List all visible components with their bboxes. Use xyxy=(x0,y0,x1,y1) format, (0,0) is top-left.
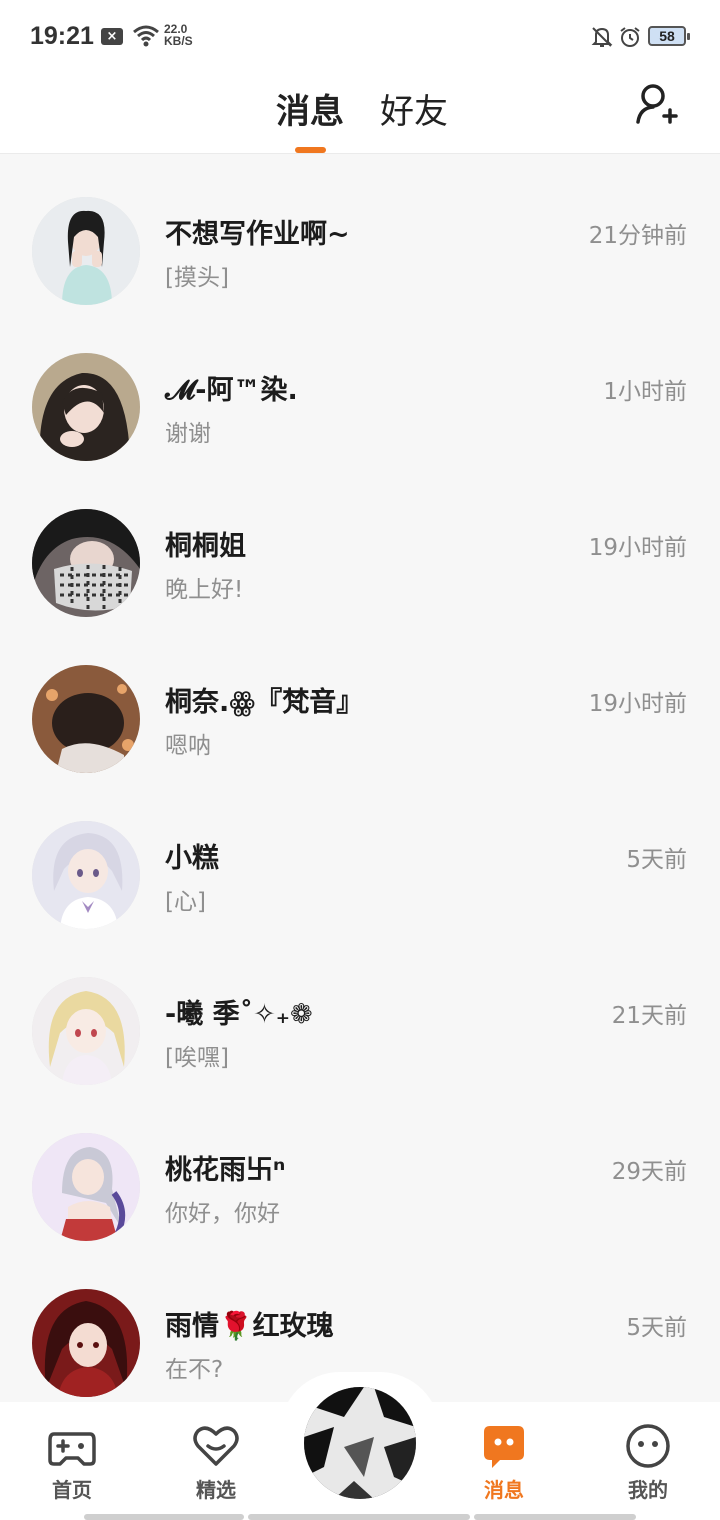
avatar[interactable] xyxy=(32,821,140,929)
nav-label-featured: 精选 xyxy=(196,1478,236,1502)
avatar[interactable] xyxy=(32,353,140,461)
conversation-time: 29天前 xyxy=(611,1159,687,1185)
conversation-item[interactable]: 不想写作业啊~ [摸头] 21分钟前 xyxy=(0,176,720,332)
home-indicator xyxy=(84,1514,244,1520)
nav-item-featured[interactable]: 精选 xyxy=(156,1402,276,1520)
nav-item-messages[interactable]: 消息 xyxy=(444,1402,564,1520)
conversation-preview: 嗯呐 xyxy=(165,733,211,759)
nav-label-home: 首页 xyxy=(52,1478,92,1502)
heart-icon xyxy=(192,1422,240,1470)
conversation-preview: [唉嘿] xyxy=(165,1045,229,1071)
avatar[interactable] xyxy=(32,1289,140,1397)
conversation-name: 不想写作业啊~ xyxy=(165,219,350,250)
conversation-name: 𝓜-阿™染. xyxy=(165,375,298,406)
conversation-item[interactable]: 桐桐姐 晚上好! 19小时前 xyxy=(0,488,720,644)
add-user-icon[interactable] xyxy=(632,80,682,134)
bell-off-icon xyxy=(590,25,614,53)
gamepad-icon xyxy=(48,1422,96,1470)
conversation-preview: 在不? xyxy=(165,1357,224,1383)
header: 消息 好友 xyxy=(0,72,720,154)
smiley-face-icon xyxy=(624,1422,672,1470)
conversation-time: 5天前 xyxy=(626,847,687,873)
conversation-name: 雨情🌹红玫瑰 xyxy=(165,1311,334,1342)
conversation-preview: [心] xyxy=(165,889,206,915)
avatar[interactable] xyxy=(32,1133,140,1241)
conversation-item[interactable]: 𝓜-阿™染. 谢谢 1小时前 xyxy=(0,332,720,488)
conversation-preview: [摸头] xyxy=(165,265,229,291)
conversation-name: 桐奈.ꙮ『梵音』 xyxy=(165,687,364,718)
battery-icon: 58 xyxy=(648,26,690,46)
home-indicator xyxy=(474,1514,636,1520)
status-time: 19:21 xyxy=(30,22,94,50)
avatar[interactable] xyxy=(32,509,140,617)
conversation-preview: 晚上好! xyxy=(165,577,244,603)
conversation-name: -曦 季˚✧₊❁ xyxy=(165,999,313,1030)
conversation-list: 不想写作业啊~ [摸头] 21分钟前 𝓜-阿™染. 谢谢 1小时前 桐桐姐 晚上… xyxy=(0,176,720,1424)
avatar[interactable] xyxy=(32,977,140,1085)
conversation-name: 桐桐姐 xyxy=(165,531,246,562)
conversation-item[interactable]: -曦 季˚✧₊❁ [唉嘿] 21天前 xyxy=(0,956,720,1112)
conversation-time: 21天前 xyxy=(611,1003,687,1029)
conversation-item[interactable]: 桃花雨卐ⁿ 你好，你好 29天前 xyxy=(0,1112,720,1268)
close-box-icon: × xyxy=(101,28,123,45)
conversation-time: 19小时前 xyxy=(588,691,687,717)
conversation-time: 1小时前 xyxy=(603,379,687,405)
avatar[interactable] xyxy=(32,665,140,773)
chat-bubble-icon xyxy=(480,1422,528,1470)
conversation-preview: 你好，你好 xyxy=(165,1201,280,1227)
center-avatar[interactable] xyxy=(304,1387,416,1499)
conversation-time: 21分钟前 xyxy=(588,223,687,249)
status-bar: 19:21 × 22.0 KB/S 58 xyxy=(0,0,720,72)
nav-item-mine[interactable]: 我的 xyxy=(588,1402,708,1520)
conversation-preview: 谢谢 xyxy=(165,421,211,447)
conversation-time: 19小时前 xyxy=(588,535,687,561)
nav-label-messages: 消息 xyxy=(484,1478,524,1502)
network-speed-unit: KB/S xyxy=(164,34,193,48)
conversation-item[interactable]: 小糕 [心] 5天前 xyxy=(0,800,720,956)
conversation-item[interactable]: 桐奈.ꙮ『梵音』 嗯呐 19小时前 xyxy=(0,644,720,800)
tab-friends[interactable]: 好友 xyxy=(380,84,448,133)
alarm-icon xyxy=(618,25,642,53)
nav-label-mine: 我的 xyxy=(628,1478,668,1502)
conversation-name: 桃花雨卐ⁿ xyxy=(165,1155,286,1186)
conversation-name: 小糕 xyxy=(165,843,219,874)
home-indicator xyxy=(248,1514,470,1520)
avatar[interactable] xyxy=(32,197,140,305)
nav-item-home[interactable]: 首页 xyxy=(12,1402,132,1520)
network-speed: 22.0 KB/S xyxy=(164,23,193,47)
tab-messages[interactable]: 消息 xyxy=(276,84,344,133)
wifi-icon xyxy=(132,24,160,52)
conversation-time: 5天前 xyxy=(626,1315,687,1341)
active-tab-indicator xyxy=(295,147,326,153)
